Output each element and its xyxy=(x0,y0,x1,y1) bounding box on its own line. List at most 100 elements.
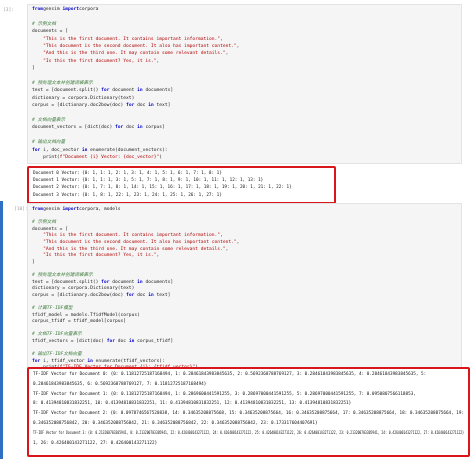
code-token: documents = [ xyxy=(32,226,68,232)
code-token: print( xyxy=(32,155,60,160)
output-line: Document 2 Vector: {0: 1, 7: 1, 8: 1, 14… xyxy=(33,185,292,191)
output-line: TF-IDF Vector for Document 3: {0: 0.2132… xyxy=(33,430,464,436)
code-line: dictionary = corpora.Dictionary(text) xyxy=(32,96,134,102)
code-token: corpora xyxy=(79,7,99,12)
cell-1-code-editor[interactable]: fromgensim importcorpora # 示例文档 documents … xyxy=(27,4,462,164)
code-token: text = [document.split() xyxy=(32,88,102,94)
output-line: 1, 26: 0.426400143271122, 27: 0.42640014… xyxy=(33,440,158,446)
code-token: corpus_tfidf] xyxy=(134,339,174,344)
code-token: doc xyxy=(134,103,149,109)
code-line: corpus = [dictionary.doc2bow(doc) for do… xyxy=(32,103,170,109)
code-token: tfidf_vectors = [dict(doc) xyxy=(32,339,107,344)
code-token: documents = [ xyxy=(32,29,68,35)
code-token: "This document is the second document. I… xyxy=(32,240,237,245)
code-token: doc xyxy=(115,339,129,344)
code-token: corpora, models xyxy=(79,207,121,212)
code-cell-1[interactable]: [3]: fromgensim importcorpora # 示例文档 docum… xyxy=(0,0,474,205)
code-token: f"Document {i} Vector: {doc_vector}" xyxy=(59,155,160,160)
code-token: , xyxy=(236,240,240,245)
code-token: text] xyxy=(153,292,171,298)
code-line: text = [document.split() for document in… xyxy=(32,88,173,94)
code-token: , xyxy=(225,246,229,252)
code-line: "This document is the second document. I… xyxy=(32,44,239,50)
code-token: , xyxy=(156,253,160,259)
code-token: i, doc_vector xyxy=(40,147,82,153)
code-cell-2[interactable]: [10]: fromgensim importcorpora, models # … xyxy=(0,201,474,459)
code-token: enumerate(document_vectors): xyxy=(87,147,168,153)
code-token: # 示例文档 xyxy=(32,220,56,226)
code-line: # 预处理文本并创建词袋表示 xyxy=(32,273,93,279)
output-line: TF-IDF Vector for Document 1: {0: 0.1181… xyxy=(33,391,416,397)
code-token: document xyxy=(109,88,138,94)
code-token: , xyxy=(225,51,229,57)
code-line: # 输出TF-IDF文档向量 xyxy=(32,352,82,358)
code-token: ) xyxy=(159,155,163,160)
code-token: "Is this the first document? Yes, it is.… xyxy=(32,253,157,259)
code-line: "And this is the third one. It may conta… xyxy=(32,247,228,253)
output-line: 0.28461843983845635, 6: 0.56923687887691… xyxy=(33,381,207,387)
code-token: corpus_tfidf = tfidf_model[corpus] xyxy=(32,319,127,325)
code-line: corpus = [dictionary.doc2bow(doc) for do… xyxy=(32,293,170,299)
code-token: from xyxy=(32,7,44,12)
code-line: print(f"Document {i} Vector: {doc_vector… xyxy=(32,155,162,161)
code-line: # 预处理文本并创建词袋表示 xyxy=(32,81,93,87)
code-line: ] xyxy=(32,66,35,72)
code-token: # 示例文档 xyxy=(32,21,56,27)
code-line: "This is the first document. It contains… xyxy=(32,37,223,43)
cell-1-prompt: [3]: xyxy=(3,8,15,13)
code-token: # 预处理文本并创建词袋表示 xyxy=(32,273,93,278)
output-line: TF-IDF Vector for Document 2: {0: 0.0978… xyxy=(33,411,465,417)
code-line: "This document is the second document. I… xyxy=(32,240,239,246)
output-line: TF-IDF Vector for Document 0: {0: 0.1181… xyxy=(33,372,427,377)
code-token: , xyxy=(220,233,223,239)
code-token: doc xyxy=(123,125,138,131)
cell-2-code-editor[interactable]: fromgensim importcorpora, models # 示例文档 do… xyxy=(27,203,462,370)
code-token: # 计算TF-IDF模型 xyxy=(32,306,73,311)
code-line: # 示例文档 xyxy=(32,220,56,226)
code-token: # 输出TF-IDF文档向量 xyxy=(32,352,82,358)
code-token: ] xyxy=(32,259,35,265)
code-line: for i, doc_vector in enumerate(document_… xyxy=(32,148,168,154)
code-token: for xyxy=(106,339,115,344)
output-line: 0.346352088756842, 20: 0.346352088756842… xyxy=(33,421,318,426)
code-token: corpus = [dictionary.doc2bow(doc) xyxy=(32,103,127,109)
cell-2-output: TF-IDF Vector for Document 0: {0: 0.1181… xyxy=(27,367,470,457)
code-token: # 预处理文本并创建词袋表示 xyxy=(32,81,93,86)
code-token: tfidf_model = models.TfidfModel(corpus) xyxy=(32,312,140,318)
cell-2-prompt: [10]: xyxy=(14,207,28,212)
code-line: dictionary = corpora.Dictionary(text) xyxy=(32,286,134,292)
code-token: "Is this the first document? Yes, it is.… xyxy=(32,58,157,64)
code-token: document xyxy=(109,279,138,285)
output-line: 8: 0.41394810831832251, 10: 0.4139481083… xyxy=(33,401,352,407)
code-token: "And this is the third one. It may conta… xyxy=(32,51,226,57)
code-line: # 输出文档向量 xyxy=(32,140,65,146)
code-line: "And this is the third one. It may conta… xyxy=(32,51,228,57)
code-token: documents] xyxy=(142,279,174,285)
code-token: dictionary = corpora.Dictionary(text) xyxy=(32,95,135,101)
code-token: document_vectors = [dict(doc) xyxy=(32,125,115,131)
output-line: Document 0 Vector: {0: 1, 1: 1, 2: 1, 3:… xyxy=(33,171,222,176)
code-token: corpus] xyxy=(142,125,165,131)
code-token: doc xyxy=(134,292,149,298)
code-line: documents = [ xyxy=(32,29,68,35)
code-token: dictionary = corpora.Dictionary(text) xyxy=(32,286,135,292)
code-line: "This is the first document. It contains… xyxy=(32,233,223,239)
code-token: i, tfidf_vector xyxy=(40,358,88,364)
code-line: tfidf_vectors = [dict(doc) for doc in co… xyxy=(32,339,173,345)
code-line: documents = [ xyxy=(32,227,68,233)
code-line: fromgensim importcorpora xyxy=(32,7,98,13)
code-line: text = [document.split() for document in… xyxy=(32,280,173,286)
code-token: , xyxy=(156,58,160,64)
code-token: "This is the first document. It contains… xyxy=(32,233,221,239)
code-line: # 示例文档 xyxy=(32,22,56,28)
code-token: # 输出文档向量 xyxy=(32,140,66,146)
output-line: Document 3 Vector: {0: 1, 8: 1, 22: 1, 2… xyxy=(33,192,222,198)
code-line: fromgensim importcorpora, models xyxy=(32,207,121,213)
cell-1-output: Document 0 Vector: {0: 1, 1: 1, 2: 1, 3:… xyxy=(27,166,336,204)
code-line: for i, tfidf_vector in enumerate(tfidf_v… xyxy=(32,359,165,365)
output-line: Document 1 Vector: {0: 1, 1: 1, 3: 1, 5:… xyxy=(33,178,264,184)
code-line: corpus_tfidf = tfidf_model[corpus] xyxy=(32,319,126,325)
code-line: "Is this the first document? Yes, it is.… xyxy=(32,253,159,259)
code-token: import xyxy=(62,207,80,212)
code-token: ] xyxy=(32,66,35,72)
